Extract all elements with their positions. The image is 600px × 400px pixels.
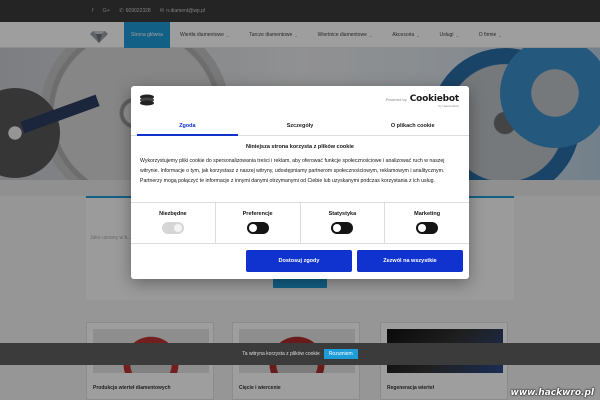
tab-about-cookies[interactable]: O plikach cookie — [356, 116, 469, 135]
tab-consent[interactable]: Zgoda — [131, 116, 244, 136]
category-label: Statystyka — [328, 211, 357, 217]
category-statistics: Statystyka — [301, 203, 386, 243]
category-preferences: Preferencje — [216, 203, 301, 243]
consent-heading: Niniejsza strona korzysta z plików cooki… — [246, 144, 354, 150]
marketing-toggle[interactable] — [416, 222, 439, 234]
allow-all-button[interactable]: Zezwól na wszystkie — [357, 250, 463, 272]
cookiebot-brand: Cookiebot — [409, 94, 459, 104]
understand-button[interactable]: Rozumiem — [323, 349, 358, 359]
category-label: Niezbędne — [159, 211, 187, 217]
statistics-toggle[interactable] — [331, 222, 354, 234]
customize-consent-button[interactable]: Dostosuj zgody — [246, 250, 352, 272]
powered-by-label: Powered by — [385, 97, 407, 102]
necessary-toggle — [161, 222, 184, 234]
cookie-stack-logo-icon — [140, 94, 154, 106]
cookie-notice-text: Ta witryna korzysta z plików cookie — [242, 351, 320, 357]
cookie-consent-dialog: Powered by Cookiebot by Usercentrics Zgo… — [131, 86, 469, 279]
consent-body-text: Wykorzystujemy pliki cookie do spersonal… — [140, 158, 445, 184]
cookie-notice-bar: Ta witryna korzysta z plików cookie Rozu… — [0, 343, 600, 365]
consent-tabs: Zgoda Szczegóły O plikach cookie — [131, 116, 469, 136]
category-necessary: Niezbędne — [131, 203, 216, 243]
preferences-toggle[interactable] — [246, 222, 269, 234]
cookiebot-sublabel: by Usercentrics — [438, 104, 459, 108]
category-label: Marketing — [414, 211, 441, 217]
powered-by-cookiebot[interactable]: Powered by Cookiebot by Usercentrics — [385, 94, 460, 108]
category-marketing: Marketing — [385, 203, 469, 243]
consent-categories: Niezbędne Preferencje Statystyka Marketi… — [131, 202, 469, 244]
category-label: Preferencje — [242, 211, 273, 217]
watermark: www.hackwro.pl — [510, 388, 594, 398]
tab-details[interactable]: Szczegóły — [244, 116, 357, 135]
